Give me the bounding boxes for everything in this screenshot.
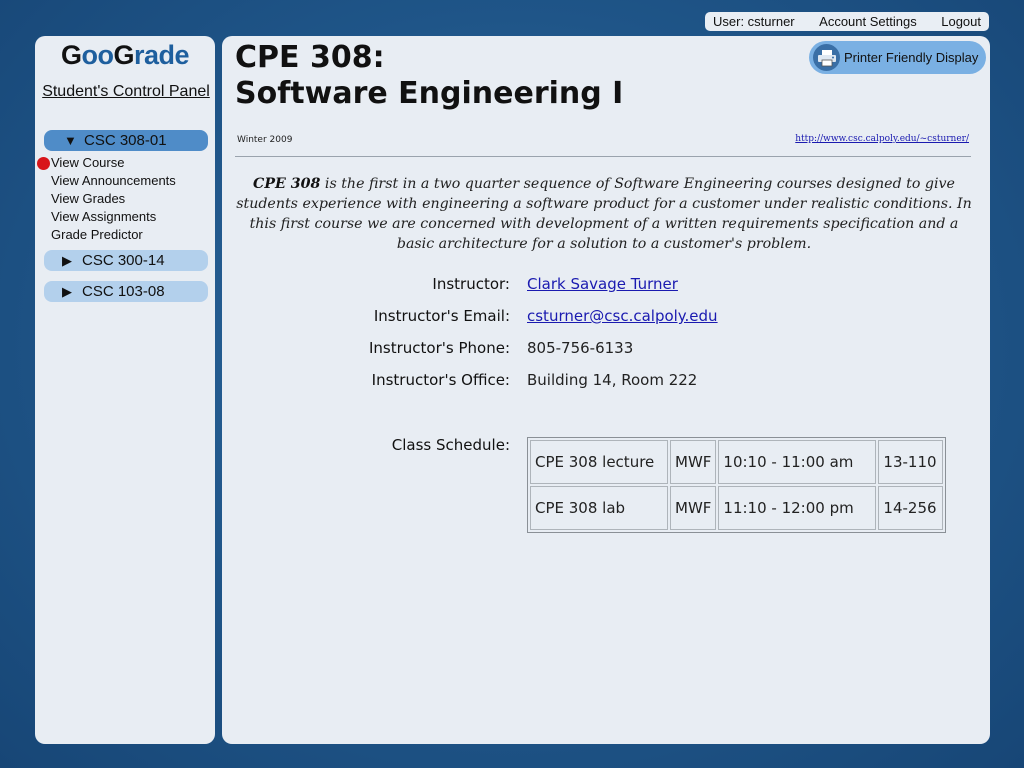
nav-item-view-announcements[interactable]: View Announcements (51, 172, 176, 190)
schedule-room-cell: 13-110 (878, 440, 944, 484)
office-value: Building 14, Room 222 (527, 371, 698, 389)
selected-indicator-dot (37, 157, 50, 170)
expanded-triangle-icon: ▼ (64, 133, 77, 148)
schedule-days-cell: MWF (670, 440, 717, 484)
collapsed-triangle-icon: ▶ (62, 252, 72, 268)
current-user-label: User: csturner (713, 14, 795, 29)
printer-friendly-label: Printer Friendly Display (844, 50, 979, 65)
course-nav-list: View Course View Announcements View Grad… (51, 154, 176, 244)
sidebar: GooGrade Student's Control Panel ▼ CSC 3… (35, 36, 215, 744)
schedule-room-cell: 14-256 (878, 486, 944, 530)
course-name-title: Software Engineering I (235, 76, 624, 111)
course-label: CSC 308-01 (84, 132, 167, 149)
course-toggle-csc-300-14[interactable]: ▶ CSC 300-14 (44, 250, 208, 271)
nav-item-grade-predictor[interactable]: Grade Predictor (51, 226, 176, 244)
schedule-course-cell: CPE 308 lecture (530, 440, 668, 484)
instructor-label: Instructor: (432, 275, 510, 293)
email-label: Instructor's Email: (373, 307, 510, 325)
table-row: CPE 308 lecture MWF 10:10 - 11:00 am 13-… (530, 440, 944, 484)
instructor-site-link[interactable]: http://www.csc.calpoly.edu/~csturner/ (795, 134, 969, 144)
class-schedule-table: CPE 308 lecture MWF 10:10 - 11:00 am 13-… (527, 437, 947, 533)
nav-item-view-grades[interactable]: View Grades (51, 190, 176, 208)
course-code-title: CPE 308: (235, 40, 385, 75)
course-description: CPE 308 is the first in a two quarter se… (236, 176, 972, 252)
phone-value: 805-756-6133 (527, 339, 634, 357)
instructor-row: Instructor: Clark Savage Turner (222, 275, 990, 297)
course-toggle-csc-103-08[interactable]: ▶ CSC 103-08 (44, 281, 208, 302)
course-label: CSC 103-08 (82, 283, 165, 300)
office-row: Instructor's Office: Building 14, Room 2… (222, 371, 990, 393)
schedule-time-cell: 11:10 - 12:00 pm (718, 486, 877, 530)
term-label: Winter 2009 (237, 135, 293, 145)
divider (235, 156, 971, 157)
table-row: CPE 308 lab MWF 11:10 - 12:00 pm 14-256 (530, 486, 944, 530)
nav-item-view-assignments[interactable]: View Assignments (51, 208, 176, 226)
schedule-time-cell: 10:10 - 11:00 am (718, 440, 877, 484)
schedule-days-cell: MWF (670, 486, 717, 530)
phone-row: Instructor's Phone: 805-756-6133 (222, 339, 990, 361)
page-title: CPE 308: Software Engineering I (235, 40, 623, 112)
control-panel-title: Student's Control Panel (42, 83, 210, 100)
phone-label: Instructor's Phone: (369, 339, 510, 357)
course-label: CSC 300-14 (82, 252, 165, 269)
instructor-name-link[interactable]: Clark Savage Turner (527, 275, 678, 293)
schedule-course-cell: CPE 308 lab (530, 486, 668, 530)
course-toggle-csc-308-01[interactable]: ▼ CSC 308-01 (44, 130, 208, 151)
user-bar: User: csturner Account Settings Logout (705, 12, 989, 31)
schedule-label: Class Schedule: (391, 436, 510, 454)
office-label: Instructor's Office: (371, 371, 510, 389)
email-link[interactable]: csturner@csc.calpoly.edu (527, 307, 718, 325)
nav-item-view-course[interactable]: View Course (51, 154, 176, 172)
printer-icon (813, 44, 840, 71)
logout-link[interactable]: Logout (941, 14, 981, 29)
goograde-logo: GooGrade (60, 40, 190, 70)
account-settings-link[interactable]: Account Settings (819, 14, 917, 29)
main-panel: CPE 308: Software Engineering I Printer … (222, 36, 990, 744)
printer-friendly-button[interactable]: Printer Friendly Display (809, 41, 986, 74)
email-row: Instructor's Email: csturner@csc.calpoly… (222, 307, 990, 329)
collapsed-triangle-icon: ▶ (62, 283, 72, 299)
